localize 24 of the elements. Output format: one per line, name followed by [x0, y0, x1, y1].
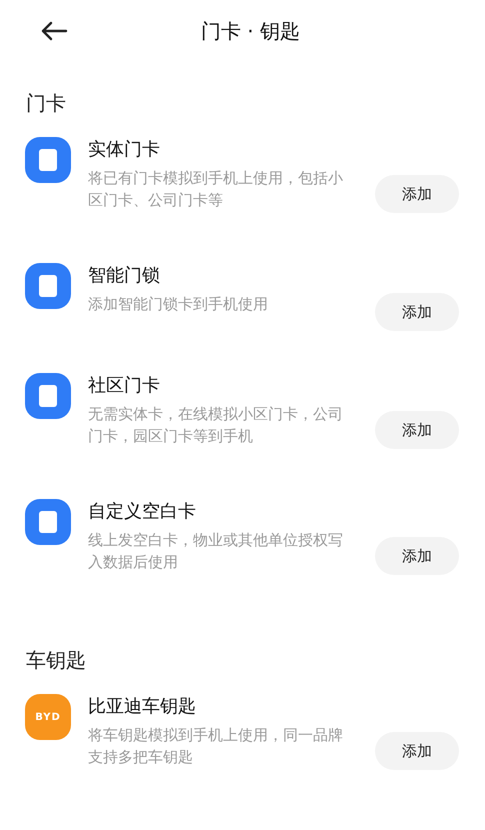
item-description: 无需实体卡，在线模拟小区门卡，公司门卡，园区门卡等到手机	[88, 404, 344, 447]
card-icon	[25, 263, 71, 309]
back-icon[interactable]	[40, 21, 68, 41]
add-button[interactable]: 添加	[375, 732, 459, 770]
item-description: 添加智能门锁卡到手机使用	[88, 294, 269, 315]
item-title: 实体门卡	[88, 138, 161, 161]
card-icon	[25, 373, 71, 419]
add-button[interactable]: 添加	[375, 411, 459, 449]
item-title: 比亚迪车钥匙	[88, 695, 197, 718]
item-title: 智能门锁	[88, 264, 161, 287]
card-icon	[25, 499, 71, 545]
add-button[interactable]: 添加	[375, 537, 459, 575]
brand-logo: BYD	[25, 694, 71, 740]
card-icon	[25, 137, 71, 183]
add-button[interactable]: 添加	[375, 175, 459, 213]
item-description: 将车钥匙模拟到手机上使用，同一品牌支持多把车钥匙	[88, 725, 344, 768]
item-description: 将已有门卡模拟到手机上使用，包括小区门卡、公司门卡等	[88, 168, 344, 211]
item-title: 自定义空白卡	[88, 500, 197, 523]
section-heading: 车钥匙	[25, 647, 87, 674]
add-button[interactable]: 添加	[375, 293, 459, 331]
item-title: 社区门卡	[88, 374, 161, 397]
section-heading: 门卡	[25, 90, 67, 117]
page-title: 门卡 · 钥匙	[200, 18, 300, 44]
item-description: 线上发空白卡，物业或其他单位授权写入数据后使用	[88, 530, 344, 573]
